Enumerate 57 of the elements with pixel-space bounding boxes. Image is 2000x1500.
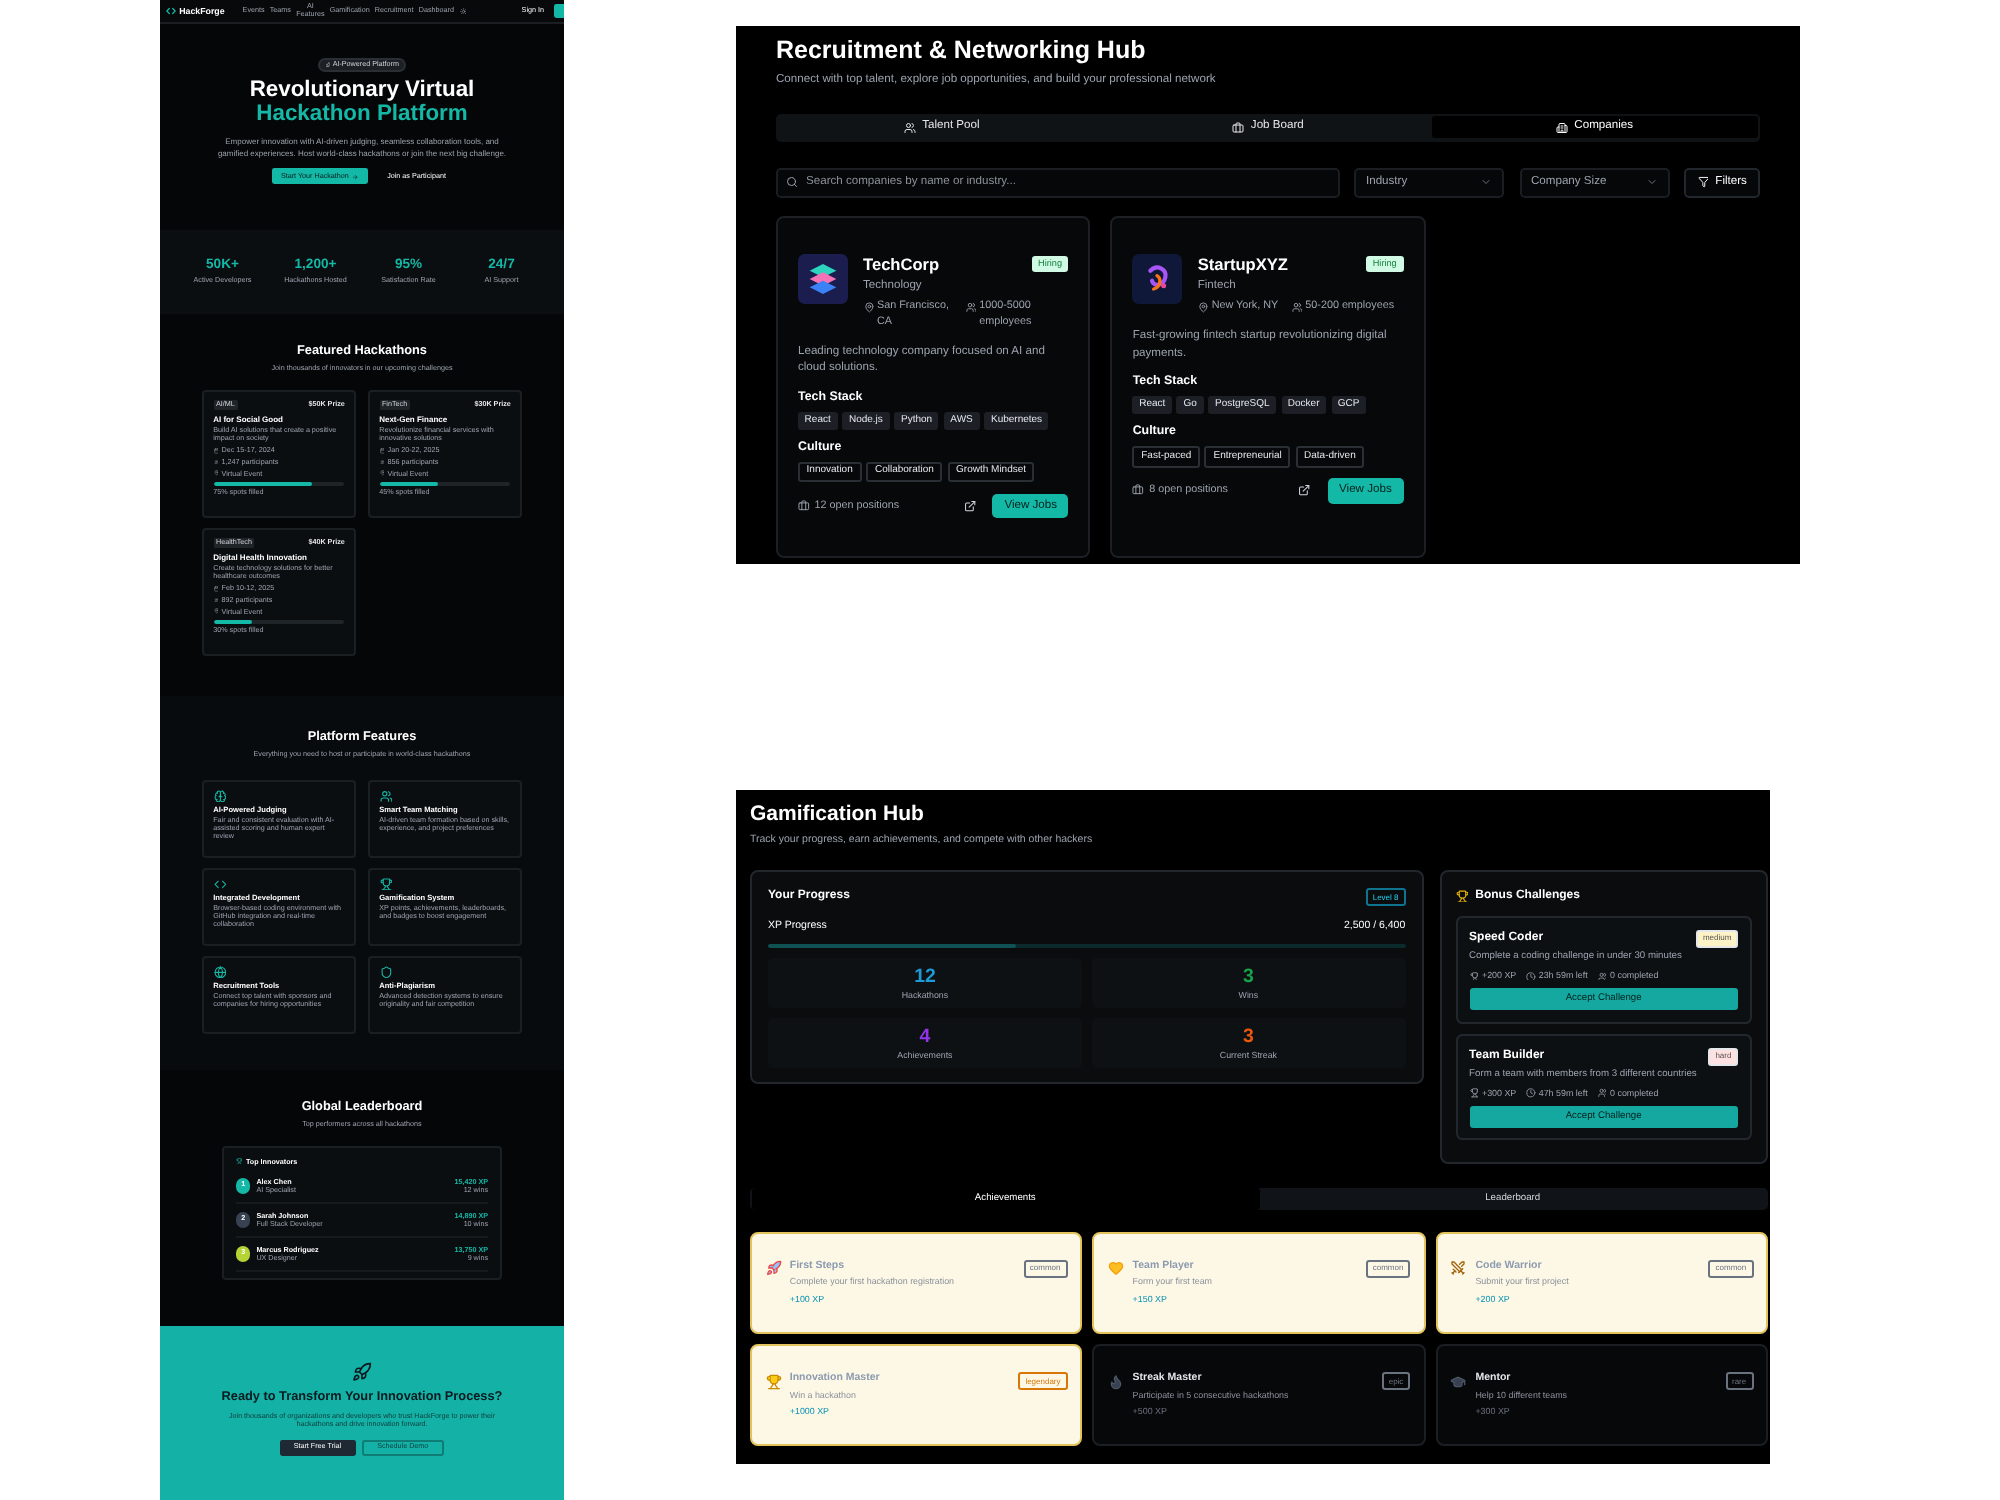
company-name: StartupXYZ <box>1197 253 1289 275</box>
stat-value: 4 <box>919 1026 931 1049</box>
hero-title: Revolutionary Virtual <box>249 77 475 103</box>
trophy-icon <box>379 877 392 890</box>
trophy-icon <box>1469 971 1479 981</box>
brain-icon <box>213 789 226 802</box>
graduation-cap-icon <box>1450 1373 1467 1390</box>
chevron-down-icon <box>1480 176 1492 189</box>
arrow-right-icon <box>352 173 359 180</box>
crossed-swords-icon <box>1450 1260 1467 1277</box>
layers-logo-icon <box>798 253 848 304</box>
location-pin-icon <box>213 608 219 615</box>
chevron-down-icon <box>1645 176 1657 189</box>
briefcase-icon <box>1132 484 1145 497</box>
globe-icon <box>213 965 226 978</box>
heart-icon <box>1107 1260 1124 1277</box>
calendar-icon <box>213 585 219 592</box>
users-icon <box>1597 971 1607 981</box>
code-icon <box>213 877 226 890</box>
location-pin-icon <box>1197 302 1209 314</box>
stat-value: 3 <box>1242 966 1254 990</box>
trophy-icon <box>1469 1088 1479 1099</box>
rocket-icon <box>765 1260 781 1277</box>
hero-title-highlight: Hackathon Platform <box>256 102 468 128</box>
users-icon <box>903 121 916 134</box>
trophy-icon <box>1455 889 1469 903</box>
page-title: Recruitment & Networking Hub <box>776 36 1148 66</box>
location-pin-icon <box>213 470 219 477</box>
briefcase-icon <box>1232 121 1245 134</box>
stat-value: 12 <box>914 966 936 990</box>
external-link-icon[interactable] <box>1298 484 1311 497</box>
location-pin-icon <box>863 302 874 314</box>
users-icon <box>965 302 976 314</box>
clock-icon <box>1525 1088 1536 1099</box>
stat-value: 3 <box>1242 1026 1254 1049</box>
filter-icon <box>1697 176 1709 188</box>
location-pin-icon <box>379 470 385 477</box>
trophy-icon <box>765 1373 781 1390</box>
users-icon <box>379 789 392 802</box>
swirl-logo-icon <box>1132 253 1183 304</box>
calendar-icon <box>213 447 219 454</box>
sparkle-icon <box>325 62 331 68</box>
rocket-icon <box>352 1362 372 1382</box>
company-name: TechCorp <box>863 253 940 275</box>
building-icon <box>1555 121 1568 134</box>
briefcase-icon <box>798 499 810 512</box>
page-title: Gamification Hub <box>750 801 926 828</box>
flame-icon <box>1107 1373 1124 1390</box>
external-link-icon[interactable] <box>963 499 977 512</box>
calendar-icon <box>379 447 385 454</box>
code-icon <box>166 6 176 16</box>
sun-icon[interactable] <box>459 7 467 15</box>
trophy-icon <box>236 1158 243 1165</box>
clock-icon <box>1525 971 1536 981</box>
users-icon <box>1597 1088 1607 1099</box>
users-icon <box>1291 302 1303 314</box>
shield-icon <box>379 965 392 978</box>
